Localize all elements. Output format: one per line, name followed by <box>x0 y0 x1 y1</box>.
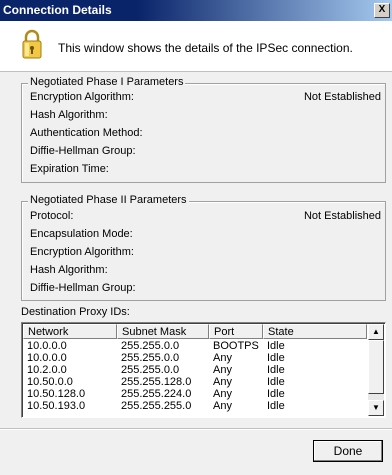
vertical-scrollbar[interactable]: ▲ ▼ <box>368 324 384 416</box>
title-bar[interactable]: Connection Details X <box>0 0 392 21</box>
phase2-group: Negotiated Phase II Parameters Protocol:… <box>21 194 386 301</box>
cell-subnet-mask: 255.255.224.0 <box>121 388 192 400</box>
list-item[interactable]: 10.50.193.0 255.255.255.0 Any Idle <box>23 400 367 412</box>
cell-state: Idle <box>267 352 285 364</box>
phase1-hash-label: Hash Algorithm: <box>30 109 108 121</box>
cell-port: Any <box>213 352 232 364</box>
cell-port: Any <box>213 388 232 400</box>
cell-network: 10.2.0.0 <box>27 364 67 376</box>
scroll-down-arrow-icon[interactable]: ▼ <box>368 400 384 416</box>
close-button[interactable]: X <box>374 3 390 18</box>
cell-state: Idle <box>267 376 285 388</box>
list-rows: 10.0.0.0 255.255.0.0 BOOTPS Idle 10.0.0.… <box>23 340 367 412</box>
cell-subnet-mask: 255.255.255.0 <box>121 400 192 412</box>
cell-subnet-mask: 255.255.0.0 <box>121 340 180 352</box>
cell-state: Idle <box>267 364 285 376</box>
connection-details-window: Connection Details X This window shows t… <box>0 0 392 475</box>
cell-network: 10.50.193.0 <box>27 400 86 412</box>
header-description: This window shows the details of the IPS… <box>58 41 353 55</box>
scroll-thumb[interactable] <box>368 340 384 394</box>
column-state[interactable]: State <box>263 324 367 339</box>
footer-divider <box>0 428 392 430</box>
list-header: Network Subnet Mask Port State <box>23 324 367 339</box>
cell-network: 10.50.0.0 <box>27 376 73 388</box>
phase1-dh-label: Diffie-Hellman Group: <box>30 145 136 157</box>
cell-port: Any <box>213 400 232 412</box>
cell-port: Any <box>213 376 232 388</box>
column-subnet-mask[interactable]: Subnet Mask <box>117 324 209 339</box>
phase2-protocol-label: Protocol: <box>30 210 74 222</box>
phase1-encryption-value: Not Established <box>303 91 381 103</box>
list-item[interactable]: 10.0.0.0 255.255.0.0 Any Idle <box>23 352 367 364</box>
scroll-up-arrow-icon[interactable]: ▲ <box>368 324 384 340</box>
phase2-encryption-label: Encryption Algorithm: <box>30 246 134 258</box>
phase2-protocol-value: Not Established <box>303 210 381 222</box>
phase2-dh-label: Diffie-Hellman Group: <box>30 282 136 294</box>
cell-network: 10.0.0.0 <box>27 340 67 352</box>
column-port[interactable]: Port <box>209 324 263 339</box>
phase1-group: Negotiated Phase I Parameters Encryption… <box>21 76 386 183</box>
cell-subnet-mask: 255.255.0.0 <box>121 352 180 364</box>
cell-port: Any <box>213 364 232 376</box>
proxy-ids-label: Destination Proxy IDs: <box>21 306 130 318</box>
cell-state: Idle <box>267 400 285 412</box>
list-item[interactable]: 10.50.0.0 255.255.128.0 Any Idle <box>23 376 367 388</box>
list-item[interactable]: 10.0.0.0 255.255.0.0 BOOTPS Idle <box>23 340 367 352</box>
info-header: This window shows the details of the IPS… <box>0 21 392 72</box>
cell-state: Idle <box>267 340 285 352</box>
phase1-encryption-label: Encryption Algorithm: <box>30 91 134 103</box>
done-button[interactable]: Done <box>313 440 383 462</box>
phase2-hash-label: Hash Algorithm: <box>30 264 108 276</box>
phase2-title: Negotiated Phase II Parameters <box>28 194 189 206</box>
phase2-encapsulation-label: Encapsulation Mode: <box>30 228 133 240</box>
column-network[interactable]: Network <box>23 324 117 339</box>
proxy-ids-list[interactable]: Network Subnet Mask Port State 10.0.0.0 … <box>21 322 386 418</box>
phase1-expiration-label: Expiration Time: <box>30 163 109 175</box>
cell-state: Idle <box>267 388 285 400</box>
cell-network: 10.50.128.0 <box>27 388 86 400</box>
list-item[interactable]: 10.2.0.0 255.255.0.0 Any Idle <box>23 364 367 376</box>
cell-port: BOOTPS <box>213 340 259 352</box>
lock-icon <box>22 29 42 59</box>
window-title: Connection Details <box>3 3 112 17</box>
list-item[interactable]: 10.50.128.0 255.255.224.0 Any Idle <box>23 388 367 400</box>
phase1-auth-label: Authentication Method: <box>30 127 143 139</box>
cell-network: 10.0.0.0 <box>27 352 67 364</box>
phase1-title: Negotiated Phase I Parameters <box>28 76 186 88</box>
cell-subnet-mask: 255.255.128.0 <box>121 376 192 388</box>
cell-subnet-mask: 255.255.0.0 <box>121 364 180 376</box>
